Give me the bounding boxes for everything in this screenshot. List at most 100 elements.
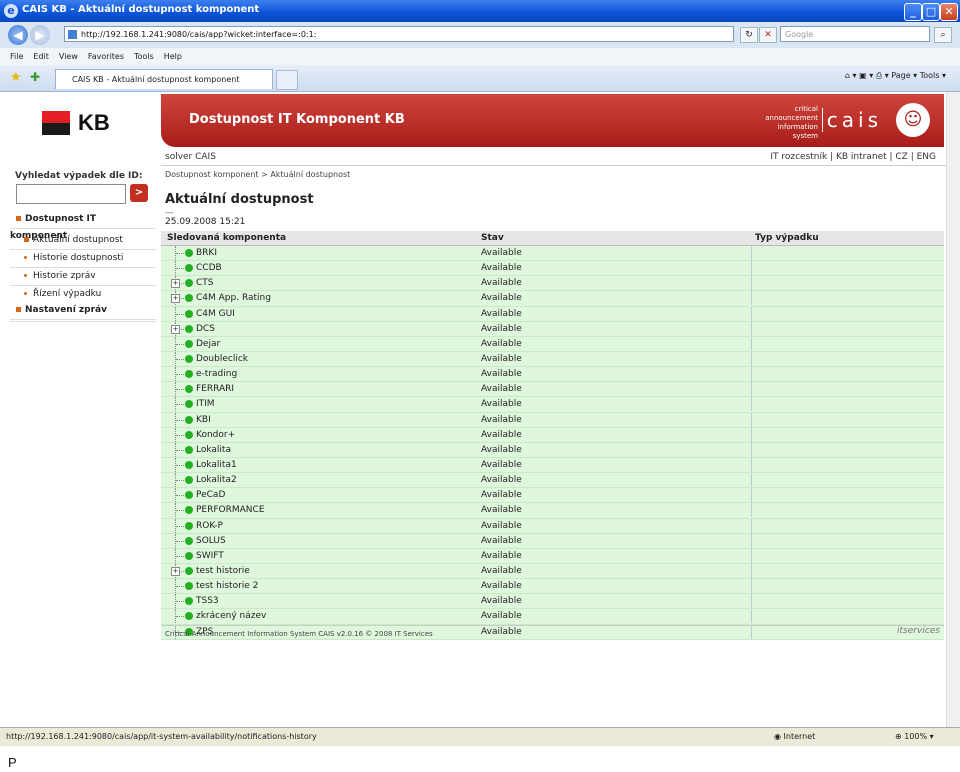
- table-row[interactable]: Dejar Available: [161, 336, 944, 352]
- component-name[interactable]: BRKI: [196, 246, 217, 260]
- component-name[interactable]: TSS3: [196, 594, 219, 608]
- outage-type: [751, 548, 752, 563]
- table-row[interactable]: TSS3 Available: [161, 594, 944, 610]
- component-name[interactable]: ROK-P: [196, 519, 223, 533]
- table-row[interactable]: ROK-P Available: [161, 518, 944, 534]
- sidebar-item-rizeni[interactable]: Řízení výpadku: [10, 286, 156, 303]
- menu-favorites[interactable]: Favorites: [88, 48, 124, 65]
- tab-title: CAIS KB - Aktuální dostupnost komponent: [72, 75, 240, 84]
- expand-icon[interactable]: +: [171, 324, 180, 334]
- add-favorite-icon[interactable]: ✚: [30, 70, 40, 84]
- table-row[interactable]: FERRARI Available: [161, 382, 944, 398]
- breadcrumb[interactable]: Dostupnost komponent > Aktuální dostupno…: [165, 170, 350, 179]
- sidebar-item-historie-dostupnosti[interactable]: Historie dostupnosti: [10, 250, 156, 268]
- component-name[interactable]: CCDB: [196, 261, 222, 275]
- search-icon[interactable]: ⌕: [934, 27, 952, 43]
- outage-id-input[interactable]: [16, 184, 126, 204]
- component-name[interactable]: Dejar: [196, 337, 220, 351]
- component-name[interactable]: PERFORMANCE: [196, 503, 265, 517]
- component-name[interactable]: KBI: [196, 413, 211, 427]
- zoom-control[interactable]: ⊕ 100% ▾: [895, 728, 934, 746]
- component-name[interactable]: Lokalita: [196, 443, 231, 457]
- table-row[interactable]: e-trading Available: [161, 367, 944, 383]
- table-row[interactable]: zkrácený název Available: [161, 609, 944, 625]
- menu-view[interactable]: View: [59, 48, 78, 65]
- tab-cais[interactable]: CAIS KB - Aktuální dostupnost komponent: [55, 69, 273, 89]
- table-row[interactable]: ITIM Available: [161, 397, 944, 413]
- outage-search-button[interactable]: >: [130, 184, 148, 202]
- sidebar-item-historie-zprav[interactable]: Historie zpráv: [10, 268, 156, 286]
- new-tab-button[interactable]: [276, 70, 298, 90]
- component-name[interactable]: SWIFT: [196, 549, 224, 563]
- table-row[interactable]: CCDB Available: [161, 261, 944, 277]
- component-name[interactable]: FERRARI: [196, 382, 234, 396]
- table-row[interactable]: test historie 2 Available: [161, 579, 944, 595]
- table-row[interactable]: Lokalita1 Available: [161, 457, 944, 474]
- table-row[interactable]: Kondor+ Available: [161, 427, 944, 443]
- table-row[interactable]: Doubleclick Available: [161, 351, 944, 368]
- column-header-komponenta[interactable]: Sledovaná komponenta: [167, 231, 286, 245]
- component-name[interactable]: test historie 2: [196, 579, 258, 593]
- table-row[interactable]: Lokalita2 Available: [161, 473, 944, 489]
- expand-icon[interactable]: +: [171, 279, 180, 289]
- tab-bar: ★ ✚ CAIS KB - Aktuální dostupnost kompon…: [0, 65, 960, 92]
- component-name[interactable]: C4M App. Rating: [196, 291, 271, 305]
- table-row[interactable]: Lokalita Available: [161, 442, 944, 458]
- component-status: Available: [481, 626, 522, 637]
- component-name[interactable]: ITIM: [196, 397, 215, 411]
- command-bar[interactable]: ⌂ ▾ ▣ ▾ ⎙ ▾ Page ▾ Tools ▾: [845, 71, 946, 81]
- vertical-scrollbar[interactable]: [946, 92, 960, 727]
- component-name[interactable]: e-trading: [196, 367, 237, 381]
- stop-icon[interactable]: ✕: [759, 27, 777, 43]
- table-row[interactable]: + test historie Available: [161, 563, 944, 580]
- maximize-button[interactable]: □: [922, 3, 940, 21]
- menu-file[interactable]: File: [10, 48, 23, 65]
- menu-edit[interactable]: Edit: [33, 48, 49, 65]
- tree-line: [175, 261, 184, 276]
- component-name[interactable]: CTS: [196, 276, 214, 290]
- component-name[interactable]: SOLUS: [196, 534, 226, 548]
- table-row[interactable]: SWIFT Available: [161, 548, 944, 564]
- sidebar-item-nastaveni[interactable]: Nastavení zpráv: [10, 302, 156, 322]
- component-name[interactable]: Doubleclick: [196, 352, 248, 366]
- minimize-button[interactable]: _: [904, 3, 922, 21]
- expand-icon[interactable]: +: [171, 294, 180, 304]
- outage-type: [751, 457, 752, 472]
- refresh-icon[interactable]: ↻: [740, 27, 758, 43]
- menu-help[interactable]: Help: [164, 48, 182, 65]
- component-name[interactable]: C4M GUI: [196, 307, 235, 321]
- component-name[interactable]: zkrácený název: [196, 609, 266, 623]
- component-name[interactable]: Lokalita2: [196, 473, 237, 487]
- tree-line: [175, 246, 184, 260]
- table-row[interactable]: BRKI Available: [161, 246, 944, 262]
- table-row[interactable]: SOLUS Available: [161, 533, 944, 549]
- component-name[interactable]: DCS: [196, 322, 215, 336]
- column-header-typ[interactable]: Typ výpadku: [755, 231, 819, 245]
- forward-button[interactable]: ▶: [30, 25, 50, 45]
- sidebar-item-aktualni[interactable]: Aktuální dostupnost: [10, 232, 156, 250]
- table-row[interactable]: + C4M App. Rating Available: [161, 291, 944, 307]
- table-row[interactable]: PERFORMANCE Available: [161, 503, 944, 519]
- sidebar-item-dostupnost[interactable]: Dostupnost IT komponent: [10, 211, 156, 241]
- column-header-stav[interactable]: Stav: [481, 231, 504, 245]
- expand-icon[interactable]: +: [171, 566, 180, 576]
- component-name[interactable]: Lokalita1: [196, 458, 237, 472]
- table-row[interactable]: KBI Available: [161, 412, 944, 428]
- top-links[interactable]: IT rozcestník | KB intranet | CZ | ENG: [770, 152, 936, 162]
- outage-type: [751, 367, 752, 382]
- close-button[interactable]: ✕: [940, 3, 958, 21]
- component-name[interactable]: PeCaD: [196, 488, 225, 502]
- search-input[interactable]: Google: [780, 26, 930, 42]
- table-row[interactable]: PeCaD Available: [161, 488, 944, 504]
- back-button[interactable]: ◀: [8, 25, 28, 45]
- favorites-star-icon[interactable]: ★: [10, 70, 22, 85]
- menu-tools[interactable]: Tools: [134, 48, 154, 65]
- table-row[interactable]: + CTS Available: [161, 276, 944, 292]
- address-input[interactable]: http://192.168.1.241:9080/cais/app?wicke…: [64, 26, 734, 42]
- table-row[interactable]: + DCS Available: [161, 321, 944, 337]
- component-name[interactable]: Kondor+: [196, 428, 235, 442]
- component-name[interactable]: test historie: [196, 564, 250, 578]
- window-titlebar[interactable]: e CAIS KB - Aktuální dostupnost komponen…: [0, 0, 960, 22]
- table-row[interactable]: C4M GUI Available: [161, 306, 944, 322]
- kb-logo[interactable]: KB: [42, 110, 110, 136]
